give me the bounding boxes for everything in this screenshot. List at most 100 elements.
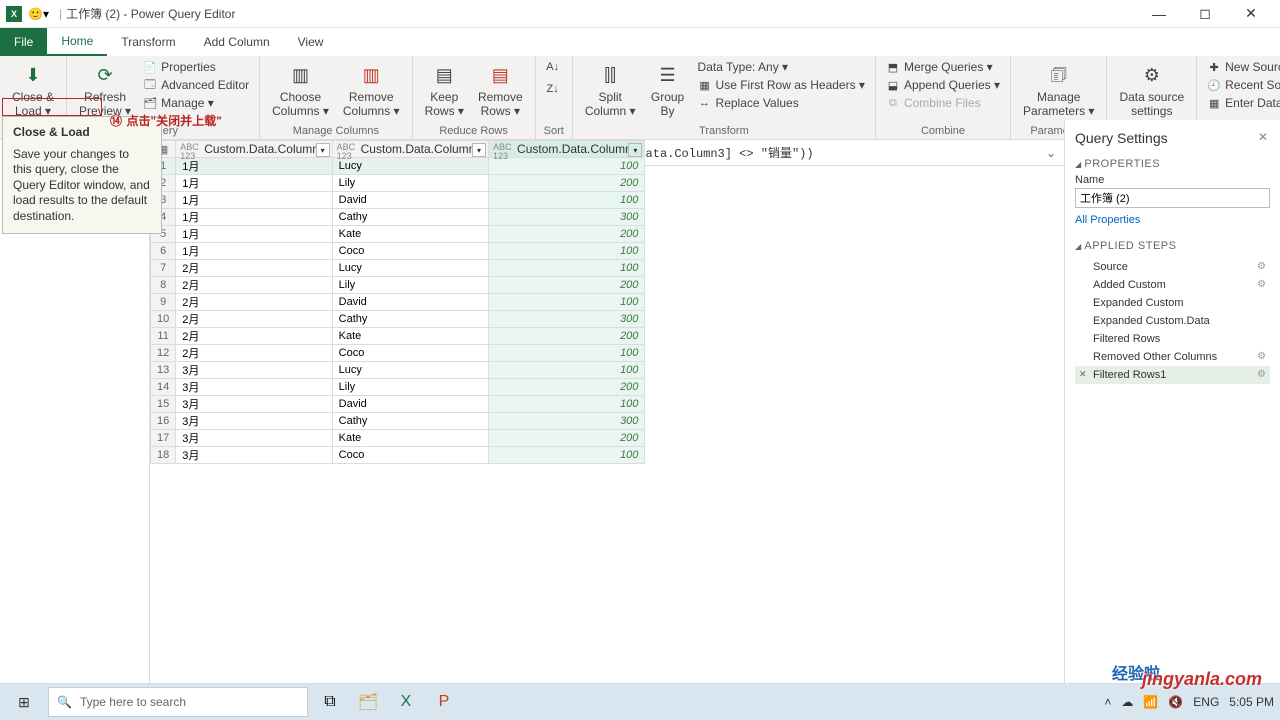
tab-view[interactable]: View [284,28,338,56]
cell[interactable]: Lucy [332,362,488,379]
table-row[interactable]: 153月David100 [151,396,645,413]
row-number[interactable]: 18 [151,447,176,464]
table-row[interactable]: 41月Cathy300 [151,209,645,226]
cell[interactable]: 2月 [176,328,332,345]
properties-button[interactable]: 📄Properties [141,59,251,75]
cell[interactable]: 100 [489,243,645,260]
applied-step[interactable]: Source⚙ [1075,258,1270,276]
column-header-2[interactable]: ABC123Custom.Data.Column2▾ [332,141,488,158]
step-gear-icon[interactable]: ⚙ [1257,369,1266,380]
minimize-button[interactable]: — [1136,0,1182,28]
cell[interactable]: 200 [489,379,645,396]
tray-time[interactable]: 5:05 PM [1229,695,1274,709]
cell[interactable]: Coco [332,243,488,260]
cell[interactable]: Kate [332,430,488,447]
task-view-button[interactable]: ⧉ [314,687,346,717]
powerpoint-taskbar-icon[interactable]: P [428,687,460,717]
applied-step[interactable]: Expanded Custom.Data [1075,312,1270,330]
cell[interactable]: 1月 [176,243,332,260]
cell[interactable]: 100 [489,260,645,277]
cell[interactable]: Lucy [332,158,488,175]
row-number[interactable]: 15 [151,396,176,413]
properties-header[interactable]: PROPERTIES [1075,158,1270,170]
cell[interactable]: 2月 [176,260,332,277]
cell[interactable]: 100 [489,345,645,362]
applied-step[interactable]: Added Custom⚙ [1075,276,1270,294]
query-name-input[interactable] [1075,188,1270,208]
cell[interactable]: Kate [332,226,488,243]
choose-columns-button[interactable]: ▥Choose Columns ▾ [268,59,333,121]
row-number[interactable]: 17 [151,430,176,447]
group-by-button[interactable]: ☰Group By [646,59,690,121]
cell[interactable]: Lily [332,379,488,396]
column-header-1[interactable]: ABC123Custom.Data.Column1▾ [176,141,332,158]
table-row[interactable]: 163月Cathy300 [151,413,645,430]
table-row[interactable]: 183月Coco100 [151,447,645,464]
cell[interactable]: 200 [489,226,645,243]
merge-queries-button[interactable]: ⬒Merge Queries ▾ [884,59,1002,75]
cell[interactable]: 2月 [176,311,332,328]
cell[interactable]: 300 [489,209,645,226]
sort-asc-button[interactable]: A↓ [544,59,564,75]
tray-chevron-icon[interactable]: ˄ [1104,695,1111,709]
ime-icon[interactable]: ENG [1193,695,1219,709]
manage-button[interactable]: 🗂Manage ▾ [141,95,251,111]
advanced-editor-button[interactable]: 🗔Advanced Editor [141,77,251,93]
step-gear-icon[interactable]: ⚙ [1257,261,1266,272]
row-number[interactable]: 9 [151,294,176,311]
cell[interactable]: David [332,294,488,311]
cell[interactable]: Lucy [332,260,488,277]
cell[interactable]: Cathy [332,413,488,430]
split-column-button[interactable]: ⫿⫿Split Column ▾ [581,59,640,121]
cell[interactable]: Kate [332,328,488,345]
cell[interactable]: 2月 [176,277,332,294]
applied-step[interactable]: Filtered Rows1⚙ [1075,366,1270,384]
applied-step[interactable]: Expanded Custom [1075,294,1270,312]
cell[interactable]: 1月 [176,226,332,243]
cell[interactable]: 100 [489,447,645,464]
table-row[interactable]: 61月Coco100 [151,243,645,260]
enter-data-button[interactable]: ▦Enter Data [1205,95,1280,111]
row-number[interactable]: 11 [151,328,176,345]
cell[interactable]: 100 [489,158,645,175]
row-number[interactable]: 12 [151,345,176,362]
row-number[interactable]: 14 [151,379,176,396]
cell[interactable]: 100 [489,396,645,413]
system-tray[interactable]: ˄ ☁ 📶 🔇 ENG 5:05 PM [1104,695,1274,709]
table-row[interactable]: 102月Cathy300 [151,311,645,328]
tab-transform[interactable]: Transform [107,28,189,56]
recent-sources-button[interactable]: 🕘Recent Sources ▾ [1205,77,1280,93]
table-row[interactable]: 143月Lily200 [151,379,645,396]
cell[interactable]: 3月 [176,396,332,413]
wifi-icon[interactable]: 📶 [1143,695,1158,709]
cell[interactable]: Coco [332,447,488,464]
qat-emoji-icon[interactable]: 🙂▾ [28,7,49,21]
all-properties-link[interactable]: All Properties [1075,214,1140,226]
row-number[interactable]: 8 [151,277,176,294]
row-number[interactable]: 13 [151,362,176,379]
cell[interactable]: 3月 [176,430,332,447]
table-row[interactable]: 122月Coco100 [151,345,645,362]
cell[interactable]: 200 [489,430,645,447]
new-source-button[interactable]: ✚New Source ▾ [1205,59,1280,75]
row-number[interactable]: 6 [151,243,176,260]
sort-desc-button[interactable]: Z↓ [544,81,564,97]
tab-add-column[interactable]: Add Column [190,28,284,56]
cell[interactable]: 100 [489,192,645,209]
cell[interactable]: 2月 [176,294,332,311]
start-button[interactable]: ⊞ [6,687,42,717]
tab-file[interactable]: File [0,28,47,56]
manage-parameters-button[interactable]: 🗊Manage Parameters ▾ [1019,59,1098,121]
cell[interactable]: Cathy [332,209,488,226]
explorer-icon[interactable]: 🗂 [352,687,384,717]
table-row[interactable]: 11月Lucy100 [151,158,645,175]
table-row[interactable]: 72月Lucy100 [151,260,645,277]
first-row-headers-button[interactable]: ▦Use First Row as Headers ▾ [696,77,867,93]
table-row[interactable]: 92月David100 [151,294,645,311]
cell[interactable]: David [332,192,488,209]
maximize-button[interactable]: ◻ [1182,0,1228,28]
row-number[interactable]: 7 [151,260,176,277]
table-row[interactable]: 51月Kate200 [151,226,645,243]
tab-home[interactable]: Home [47,28,107,56]
applied-step[interactable]: Removed Other Columns⚙ [1075,348,1270,366]
